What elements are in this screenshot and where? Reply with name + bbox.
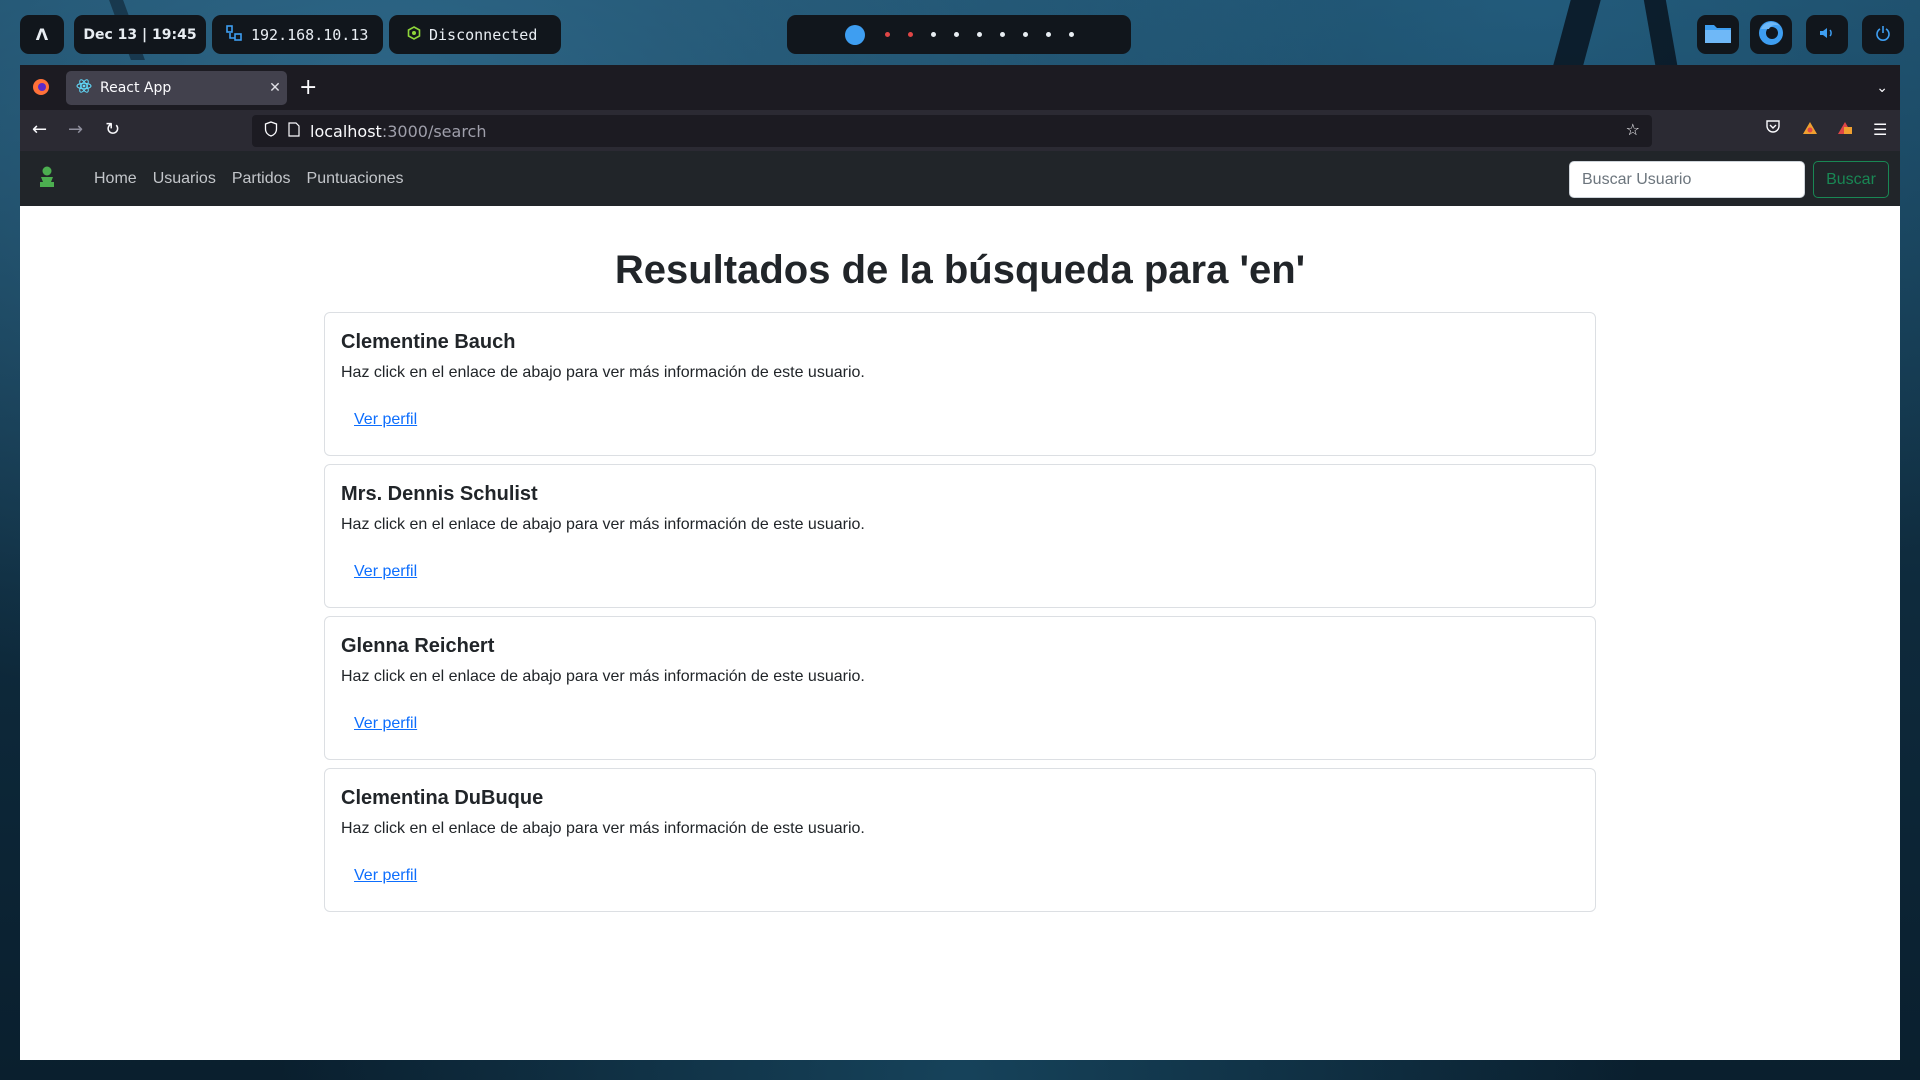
nav-link-puntuaciones[interactable]: Puntuaciones [299,170,412,188]
extension-icon[interactable] [1836,120,1854,141]
page-title: Resultados de la búsqueda para 'en' [614,248,1306,292]
user-name: Clementine Bauch [341,331,516,353]
result-card: Mrs. Dennis Schulist Haz click en el enl… [324,464,1596,608]
files-app-button[interactable] [1697,15,1739,54]
pocket-icon[interactable] [1765,120,1781,139]
search-button[interactable]: Buscar [1813,161,1889,198]
ip-indicator[interactable]: 192.168.10.13 [212,15,383,54]
nav-link-usuarios[interactable]: Usuarios [145,170,224,188]
view-profile-link[interactable]: Ver perfil [354,563,417,581]
nav-link-partidos[interactable]: Partidos [224,170,299,188]
user-description: Haz click en el enlace de abajo para ver… [341,516,865,533]
search-input[interactable] [1569,161,1805,198]
browser-window: React App ✕ + ⌄ ← → ↻ localhost:3000/sea… [20,65,1900,1060]
reload-icon[interactable]: ↻ [105,119,120,140]
firefox-app-button[interactable] [1750,15,1792,54]
user-name: Clementina DuBuque [341,787,544,809]
user-name: Glenna Reichert [341,635,495,657]
workspace-2[interactable] [884,32,890,37]
app-nav-links: Home Usuarios Partidos Puntuaciones [86,151,412,206]
result-card: Glenna Reichert Haz click en el enlace d… [324,616,1596,760]
address-bar[interactable]: localhost:3000/search ☆ [252,115,1652,147]
view-profile-link[interactable]: Ver perfil [354,867,417,885]
firefox-view-icon[interactable] [32,78,50,101]
launcher-icon: Λ [35,25,49,44]
workspace-9[interactable] [1045,32,1051,37]
workspace-1[interactable] [844,24,865,45]
nav-link-home[interactable]: Home [86,170,145,188]
close-tab-icon[interactable]: ✕ [263,80,287,96]
user-description: Haz click en el enlace de abajo para ver… [341,364,865,381]
user-name: Mrs. Dennis Schulist [341,483,538,505]
workspace-7[interactable] [999,32,1005,37]
user-description: Haz click en el enlace de abajo para ver… [341,668,865,685]
clock: Dec 13 | 19:45 [74,15,206,54]
new-tab-button[interactable]: + [299,75,317,100]
browser-toolbar: ← → ↻ localhost:3000/search ☆ ☰ [20,110,1900,151]
forward-arrow-icon[interactable]: → [68,119,83,140]
volume-icon [1819,26,1835,44]
workspace-5[interactable] [953,32,959,37]
vpn-indicator[interactable]: Disconnected [389,15,561,54]
url-path: :3000/search [381,121,487,141]
firefox-icon [1757,19,1785,51]
extension-icon[interactable] [1801,120,1819,141]
network-icon [226,24,242,45]
workspace-4[interactable] [930,32,936,37]
folder-icon [1703,21,1733,49]
view-profile-link[interactable]: Ver perfil [354,715,417,733]
tab-react-app[interactable]: React App ✕ [66,71,287,105]
result-card: Clementine Bauch Haz click en el enlace … [324,312,1596,456]
app-navbar: Home Usuarios Partidos Puntuaciones Busc… [20,151,1900,206]
result-card: Clementina DuBuque Haz click en el enlac… [324,768,1596,912]
workspace-8[interactable] [1022,32,1028,37]
ip-address-text: 192.168.10.13 [251,25,369,44]
tab-title: React App [100,80,172,96]
main-content: Resultados de la búsqueda para 'en' Clem… [20,206,1900,1060]
workspace-6[interactable] [976,32,982,37]
menu-icon[interactable]: ☰ [1873,120,1887,140]
app-logo-icon[interactable] [36,165,58,194]
vpn-status-text: Disconnected [429,25,538,44]
view-profile-link[interactable]: Ver perfil [354,411,417,429]
tab-bar: React App ✕ + ⌄ [20,65,1900,110]
page-icon [288,121,300,141]
react-icon [76,78,92,98]
workspace-3[interactable] [907,32,913,37]
bookmark-star-icon[interactable]: ☆ [1626,120,1640,139]
back-arrow-icon[interactable]: ← [32,119,47,140]
chevron-down-icon[interactable]: ⌄ [1876,79,1888,96]
shield-icon[interactable] [264,121,278,141]
workspace-10[interactable] [1068,32,1074,37]
power-icon [1875,25,1891,45]
power-button[interactable] [1862,15,1904,54]
user-description: Haz click en el enlace de abajo para ver… [341,820,865,837]
clock-text: Dec 13 | 19:45 [83,26,197,43]
volume-button[interactable] [1806,15,1848,54]
launcher-button[interactable]: Λ [20,15,64,54]
workspace-switcher[interactable] [787,15,1131,54]
vpn-icon [407,25,421,44]
url-host: localhost [310,121,382,141]
